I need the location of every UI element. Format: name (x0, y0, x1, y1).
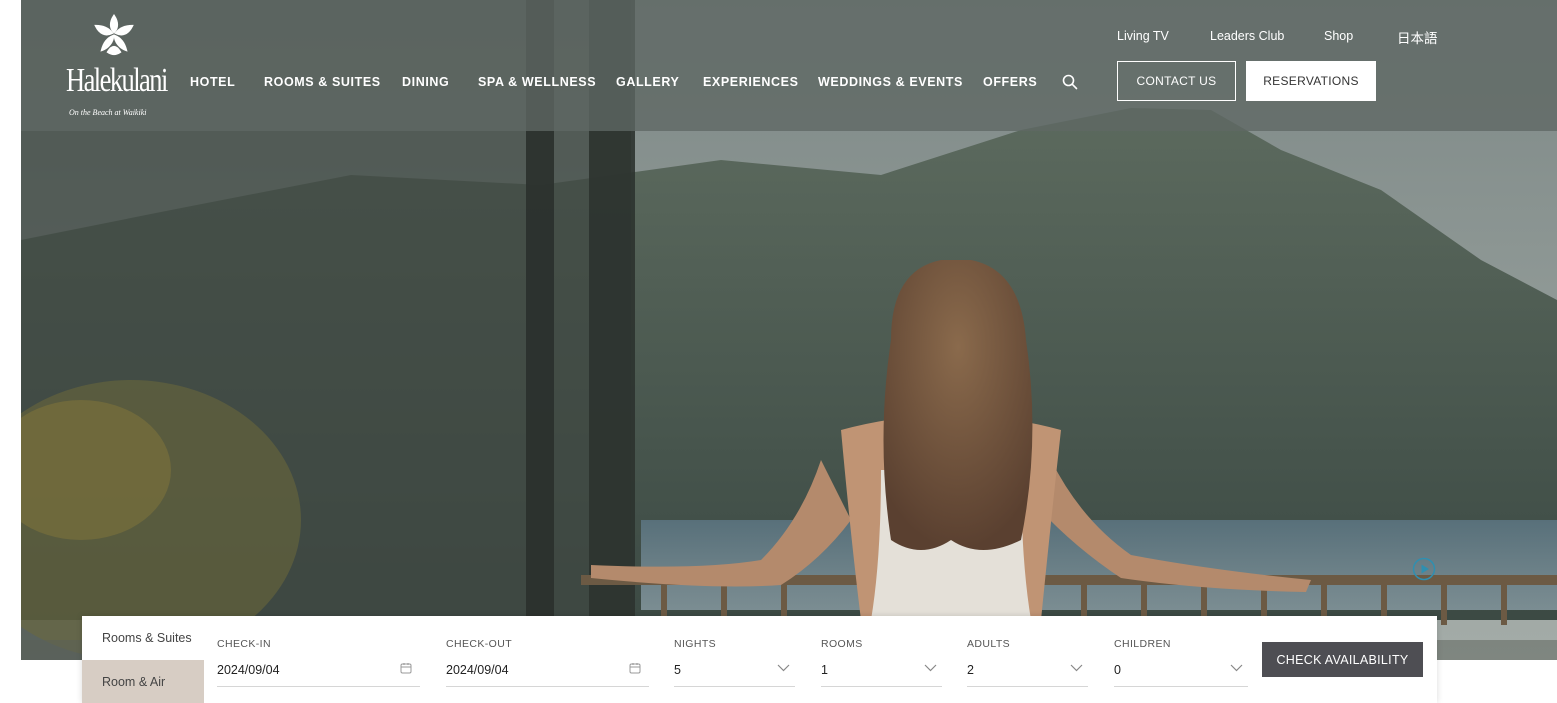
nights-label: NIGHTS (674, 638, 717, 650)
children-underline (1114, 686, 1248, 687)
nav-offers[interactable]: OFFERS (983, 74, 1037, 90)
chevron-down-icon[interactable] (924, 664, 937, 672)
adults-underline (967, 686, 1088, 687)
check-availability-button[interactable]: CHECK AVAILABILITY (1262, 642, 1423, 677)
util-language-japanese[interactable]: 日本語 (1397, 27, 1438, 47)
checkout-label: CHECK-OUT (446, 638, 513, 650)
search-icon[interactable] (1062, 74, 1078, 90)
adults-value[interactable]: 2 (967, 663, 974, 677)
checkin-field[interactable]: CHECK-IN 2024/09/04 (217, 616, 420, 703)
rooms-underline (821, 686, 942, 687)
nav-weddings-events[interactable]: WEDDINGS & EVENTS (818, 74, 963, 90)
orchid-logo-icon (94, 14, 134, 56)
nights-value[interactable]: 5 (674, 663, 681, 677)
tab-room-air[interactable]: Room & Air (82, 660, 204, 703)
chevron-down-icon[interactable] (1230, 664, 1243, 672)
play-icon[interactable] (1412, 557, 1436, 581)
chevron-down-icon[interactable] (1070, 664, 1083, 672)
nav-gallery[interactable]: GALLERY (616, 74, 679, 90)
adults-select[interactable]: ADULTS 2 (967, 616, 1088, 703)
checkout-value[interactable]: 2024/09/04 (446, 663, 509, 677)
tab-rooms-suites[interactable]: Rooms & Suites (82, 616, 204, 660)
calendar-icon[interactable] (400, 662, 412, 674)
adults-label: ADULTS (967, 638, 1011, 650)
nav-rooms-suites[interactable]: ROOMS & SUITES (264, 74, 381, 90)
checkout-field[interactable]: CHECK-OUT 2024/09/04 (446, 616, 649, 703)
rooms-label: ROOMS (821, 638, 863, 650)
brand-wordmark: Halekulani (66, 62, 168, 99)
chevron-down-icon[interactable] (777, 664, 790, 672)
nav-spa-wellness[interactable]: SPA & WELLNESS (478, 74, 596, 90)
util-shop[interactable]: Shop (1324, 29, 1353, 43)
brand-tagline: On the Beach at Waikiki (69, 108, 147, 117)
children-label: CHILDREN (1114, 638, 1171, 650)
children-value[interactable]: 0 (1114, 663, 1121, 677)
contact-us-button[interactable]: CONTACT US (1117, 61, 1236, 101)
booking-widget: Rooms & Suites Room & Air CHECK-IN 2024/… (82, 616, 1437, 703)
calendar-icon[interactable] (629, 662, 641, 674)
checkout-underline (446, 686, 649, 687)
checkin-underline (217, 686, 420, 687)
util-leaders-club[interactable]: Leaders Club (1210, 29, 1284, 43)
nav-experiences[interactable]: EXPERIENCES (703, 74, 799, 90)
rooms-select[interactable]: ROOMS 1 (821, 616, 942, 703)
nights-select[interactable]: NIGHTS 5 (674, 616, 795, 703)
rooms-value[interactable]: 1 (821, 663, 828, 677)
reservations-button[interactable]: RESERVATIONS (1246, 61, 1376, 101)
checkin-label: CHECK-IN (217, 638, 271, 650)
brand-logo[interactable]: Halekulani On the Beach at Waikiki (66, 12, 168, 117)
nav-dining[interactable]: DINING (402, 74, 449, 90)
children-select[interactable]: CHILDREN 0 (1114, 616, 1248, 703)
nights-underline (674, 686, 795, 687)
util-living-tv[interactable]: Living TV (1117, 29, 1169, 43)
checkin-value[interactable]: 2024/09/04 (217, 663, 280, 677)
nav-hotel[interactable]: HOTEL (190, 74, 235, 90)
